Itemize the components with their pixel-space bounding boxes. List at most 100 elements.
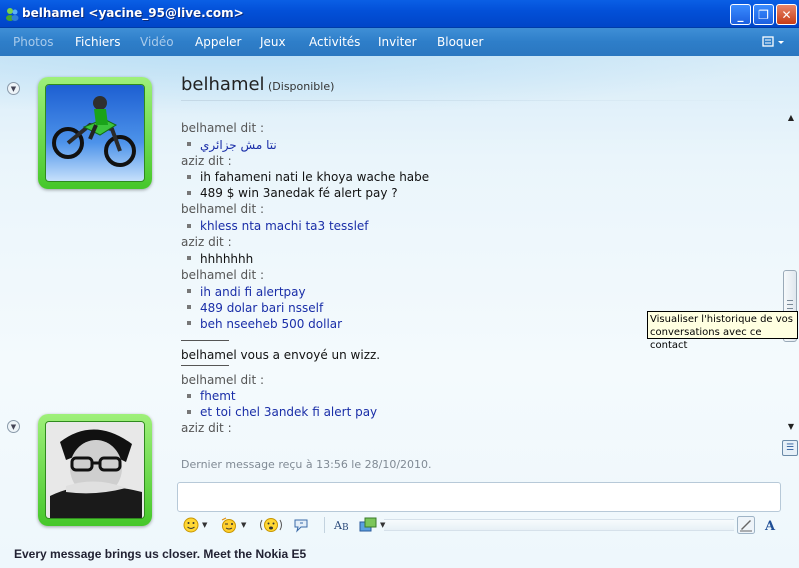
message-sender: belhamel dit : [181, 121, 265, 135]
scroll-up-icon[interactable]: ▲ [785, 113, 797, 125]
bullet-icon [187, 223, 191, 228]
voice-clip-button[interactable] [293, 515, 311, 535]
wink-button[interactable]: ▼ [220, 515, 246, 535]
nudge-button[interactable] [259, 515, 283, 535]
menu-fichiers[interactable]: Fichiers [75, 35, 120, 49]
wizz-notice: belhamel vous a envoyé un wizz. [181, 347, 381, 362]
close-button[interactable]: ✕ [776, 4, 797, 25]
menu-bar: Photos Fichiers Vidéo Appeler Jeux Activ… [0, 28, 799, 56]
bullet-icon [187, 190, 191, 195]
message-input[interactable] [177, 482, 781, 512]
dropdown-arrow-icon: ▼ [241, 521, 247, 529]
message-sender: aziz dit : [181, 421, 232, 436]
portrait-picture [45, 421, 145, 519]
collapse-my-picture-icon[interactable]: ▼ [7, 420, 20, 433]
menu-inviter[interactable]: Inviter [378, 35, 417, 49]
message-text: khless nta machi ta3 tesslef [187, 219, 369, 233]
close-icon: ✕ [781, 7, 792, 22]
grip-line [787, 304, 793, 305]
bullet-icon [187, 142, 191, 147]
message-content: beh nseeheb 500 dollar [200, 316, 343, 331]
maximize-icon: ❐ [758, 7, 769, 22]
message-content: ih andi fi alertpay [200, 284, 306, 299]
dropdown-arrow-icon: ▼ [202, 521, 208, 529]
message-sender: belhamel dit : [181, 372, 265, 387]
message-history: belhamel dit : ﻧﺘﺎ ﻣﺶ ﺟﺰاﺋﺮي aziz dit : ih … [181, 118, 781, 478]
text-format-button[interactable]: A [763, 515, 779, 535]
last-message-timestamp: Dernier message reçu à 13:56 le 28/10/20… [181, 458, 432, 471]
nudge-icon [260, 518, 282, 532]
message-content: et toi chel 3andek fi alert pay [200, 405, 378, 420]
history-tooltip: Visualiser l'historique de vos conversat… [647, 311, 798, 351]
menu-jeux[interactable]: Jeux [260, 35, 286, 49]
motocross-picture [45, 84, 145, 182]
minimize-icon: _ [737, 7, 744, 22]
message-text: 489 dolar bari nsself [187, 301, 323, 315]
emoticon-icon [183, 517, 199, 533]
text-format-icon: A [764, 519, 776, 533]
history-icon[interactable]: ☰ [782, 440, 798, 456]
message-text: hhhhhhh [187, 252, 253, 266]
message-divider [181, 364, 229, 366]
message-content: hhhhhhh [200, 251, 254, 266]
message-text: et toi chel 3andek fi alert pay [187, 405, 377, 419]
menu-activites[interactable]: Activités [309, 35, 360, 49]
wink-icon [221, 517, 236, 533]
menu-photos[interactable]: Photos [13, 35, 53, 49]
message-content: 489 $ win 3anedak fé alert pay ? [200, 186, 398, 201]
bullet-icon [187, 289, 191, 293]
grip-line [787, 308, 793, 309]
tooltip-line: Visualiser l'historique de vos [650, 314, 794, 325]
handwriting-icon [737, 516, 755, 534]
voice-clip-icon [294, 519, 308, 533]
dropdown-arrow-icon: ▼ [380, 521, 386, 529]
bullet-icon [187, 305, 191, 309]
toolbar-separator [324, 517, 325, 533]
bullet-icon [187, 321, 191, 325]
bullet-icon [187, 256, 191, 261]
message-text: ﻧﺘﺎ ﻣﺶ ﺟﺰاﺋﺮي [187, 138, 277, 152]
message-content: 489 dolar bari nsself [200, 300, 324, 315]
maximize-button[interactable]: ❐ [753, 4, 774, 25]
window-title: belhamel <yacine_95@live.com> [22, 6, 244, 20]
minimize-button[interactable]: _ [730, 4, 751, 25]
message-text: ih andi fi alertpay [187, 285, 306, 299]
message-sender: belhamel dit : [181, 202, 265, 217]
menu-video[interactable]: Vidéo [140, 35, 174, 49]
background-button[interactable]: ▼ [359, 515, 385, 535]
handwriting-button[interactable] [737, 515, 755, 535]
tooltip-line: conversations avec ce contact [650, 327, 762, 351]
scroll-down-icon[interactable]: ▼ [785, 422, 797, 434]
background-icon [359, 517, 377, 532]
title-bar: belhamel <yacine_95@live.com> _ ❐ ✕ [0, 0, 799, 28]
advertisement-text[interactable]: Every message brings us closer. Meet the… [14, 547, 306, 561]
font-button[interactable]: AB [333, 515, 351, 535]
bullet-icon [187, 409, 191, 414]
message-divider [181, 339, 229, 341]
toolbar-track [384, 519, 734, 531]
collapse-contact-picture-icon[interactable]: ▼ [7, 82, 20, 95]
message-content: khless nta machi ta3 tesslef [200, 219, 369, 234]
message-text: beh nseeheb 500 dollar [187, 317, 342, 331]
menu-appeler[interactable]: Appeler [195, 35, 241, 49]
show-menu-button[interactable] [762, 35, 790, 51]
menu-options-icon [762, 36, 784, 47]
message-text: 489 $ win 3anedak fé alert pay ? [187, 186, 398, 200]
svg-text:B: B [342, 523, 349, 533]
svg-text:A: A [764, 519, 776, 533]
contact-status: (Disponible) [268, 80, 335, 93]
messenger-icon [6, 8, 19, 21]
font-icon: AB [333, 519, 349, 533]
contact-avatar[interactable] [38, 77, 152, 189]
emoticon-button[interactable]: ▼ [183, 515, 207, 535]
grip-line [787, 300, 793, 301]
my-avatar[interactable] [38, 414, 152, 526]
menu-bloquer[interactable]: Bloquer [437, 35, 483, 49]
message-content: fhemt [200, 389, 236, 404]
message-sender: aziz dit : [181, 153, 232, 168]
header-divider [181, 100, 781, 101]
bullet-icon [187, 393, 191, 398]
bullet-icon [187, 174, 191, 179]
compose-toolbar: ▼ ▼ AB ▼ A [177, 512, 781, 538]
message-content: ih fahameni nati le khoya wache habe [200, 170, 430, 185]
